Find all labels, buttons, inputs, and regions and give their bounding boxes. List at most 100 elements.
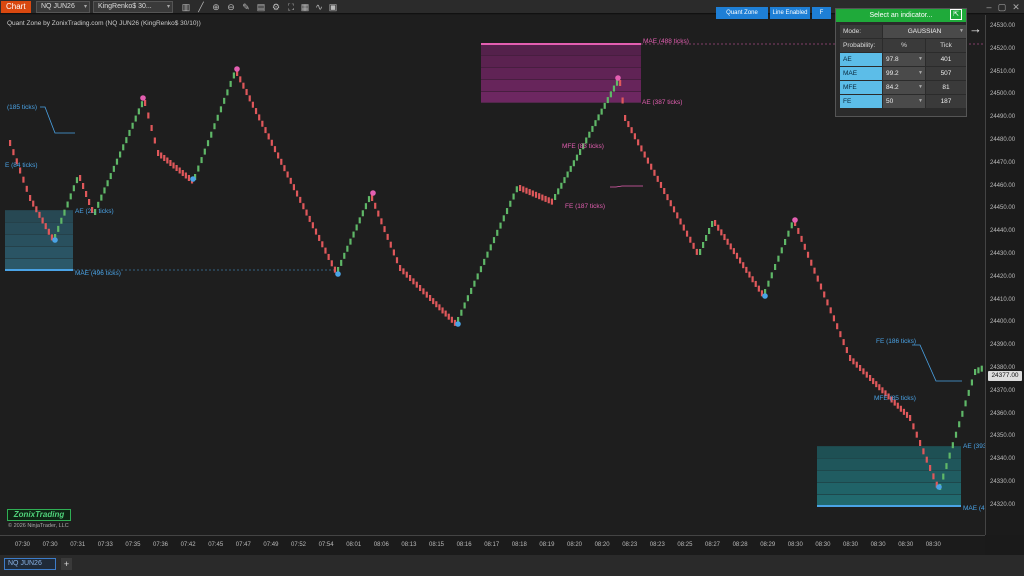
renko-bar <box>770 272 773 279</box>
time-tick-label: 07:52 <box>291 542 307 548</box>
chart-menu-button[interactable]: Chart <box>1 1 31 13</box>
renko-bar <box>669 200 672 207</box>
renko-bar <box>699 249 702 255</box>
time-tick-label: 08:13 <box>401 542 417 548</box>
row-mfe-pct-select[interactable]: 84.2 ▼ <box>883 81 925 94</box>
time-axis[interactable]: 07:30 07:30 07:31 07:33 07:35 07:36 07:42 07:45… <box>0 535 985 555</box>
zone-band <box>5 259 73 270</box>
renko-bar <box>292 184 296 191</box>
bars-icon[interactable]: ▥ <box>181 2 191 12</box>
renko-bar <box>717 224 720 231</box>
renko-bar <box>175 165 178 171</box>
renko-bar <box>829 307 832 314</box>
renko-bar <box>496 229 499 236</box>
renko-bar <box>806 251 810 258</box>
renko-bar <box>109 173 112 180</box>
renko-bar <box>538 193 541 200</box>
renko-bar <box>242 82 245 89</box>
time-tick-label: 08:16 <box>456 542 472 548</box>
renko-bar <box>745 266 748 273</box>
grid-icon[interactable]: ▣ <box>328 2 338 12</box>
instrument-selector[interactable]: NQ JUN26 ▾ <box>36 1 90 13</box>
renko-bar <box>470 287 473 294</box>
screenshot-icon[interactable]: ⛶ <box>286 2 296 12</box>
time-tick-label: 08:01 <box>346 542 362 548</box>
renko-bar <box>591 125 594 132</box>
zoom-out-icon[interactable]: ⊖ <box>226 2 236 12</box>
f-button[interactable]: F <box>812 7 831 19</box>
external-link-icon[interactable]: ⇱ <box>950 9 962 20</box>
quant-zone-button[interactable]: Quant Zone <box>716 7 768 19</box>
renko-bar <box>386 233 389 240</box>
row-ae-pct-select[interactable]: 97.8 ▼ <box>883 53 925 66</box>
renko-bar <box>560 182 563 189</box>
renko-bar <box>849 355 852 361</box>
renko-bar <box>432 298 435 305</box>
row-mae-label: MAE <box>840 67 882 80</box>
draw-line-icon[interactable]: ╱ <box>196 2 206 12</box>
renko-bar <box>374 202 377 209</box>
renko-bar <box>832 315 836 322</box>
renko-bar <box>343 252 346 259</box>
renko-bar <box>380 218 383 225</box>
mode-select[interactable]: GAUSSIAN ▼ <box>883 25 966 38</box>
renko-bar <box>389 241 392 248</box>
renko-bar <box>444 310 447 317</box>
chevron-down-icon: ▼ <box>918 98 923 104</box>
row-mae-pct-select[interactable]: 99.2 ▼ <box>883 67 925 80</box>
row-fe-label: FE <box>840 95 882 108</box>
indicators-icon[interactable]: ∿ <box>314 2 324 12</box>
arrow-right-icon[interactable]: → <box>969 21 982 36</box>
renko-bar <box>621 97 624 104</box>
renko-bar <box>327 253 330 260</box>
renko-bar <box>466 295 469 302</box>
renko-bar <box>881 387 884 394</box>
renko-bar <box>460 309 463 316</box>
renko-bar <box>823 291 826 298</box>
renko-bar <box>912 423 915 430</box>
renko-bar <box>816 275 819 282</box>
zoom-in-icon[interactable]: ⊕ <box>211 2 221 12</box>
properties-icon[interactable]: ▦ <box>300 2 310 12</box>
price-axis[interactable]: 24530.00 24520.00 24510.00 24500.00 24490.00… <box>985 15 1024 535</box>
renko-bar <box>748 271 751 278</box>
price-tick-label: 24460.00 <box>990 182 1016 189</box>
renko-bar <box>355 224 358 231</box>
price-tick-label: 24420.00 <box>990 273 1016 280</box>
select-indicator-button[interactable]: Select an indicator... <box>836 9 966 22</box>
add-tab-button[interactable]: + <box>61 558 72 570</box>
close-icon[interactable]: ✕ <box>1010 1 1022 13</box>
row-fe-pct-select[interactable]: 50 ▼ <box>883 95 925 108</box>
renko-bar <box>656 175 659 182</box>
time-tick-label: 07:31 <box>70 542 86 548</box>
swing-point-marker <box>615 75 621 81</box>
renko-bar <box>122 144 125 151</box>
renko-bar <box>757 285 760 292</box>
renko-bar <box>258 114 261 121</box>
minimize-icon[interactable]: – <box>983 1 995 13</box>
bar-type-label: KingRenko$ 30... <box>98 3 152 10</box>
zone-band <box>817 471 961 482</box>
zone-band <box>5 247 73 258</box>
maximize-icon[interactable]: ▢ <box>996 1 1008 13</box>
renko-bar <box>82 183 85 189</box>
renko-bar <box>137 108 140 115</box>
time-tick-label: 08:30 <box>843 542 859 548</box>
renko-bar <box>767 280 770 287</box>
time-tick-label: 08:23 <box>649 542 665 548</box>
renko-bar <box>476 273 479 280</box>
templates-icon[interactable]: ▤ <box>256 2 266 12</box>
tab-nq-jun26[interactable]: NQ JUN26 <box>4 558 56 570</box>
time-tick-label: 08:15 <box>429 542 445 548</box>
copyright-text: © 2026 NinjaTrader, LLC <box>8 523 69 529</box>
line-enabled-button[interactable]: Line Enabled <box>770 7 810 19</box>
strategies-icon[interactable]: ⚙ <box>271 2 281 12</box>
renko-bar <box>563 177 566 184</box>
time-tick-label: 07:30 <box>15 542 31 548</box>
zone-band <box>481 44 641 55</box>
bar-type-selector[interactable]: KingRenko$ 30... ▾ <box>93 1 173 13</box>
time-tick-label: 08:19 <box>539 542 555 548</box>
renko-bar <box>22 176 25 183</box>
renko-bar <box>905 411 909 418</box>
drawing-tools-icon[interactable]: ✎ <box>241 2 251 12</box>
